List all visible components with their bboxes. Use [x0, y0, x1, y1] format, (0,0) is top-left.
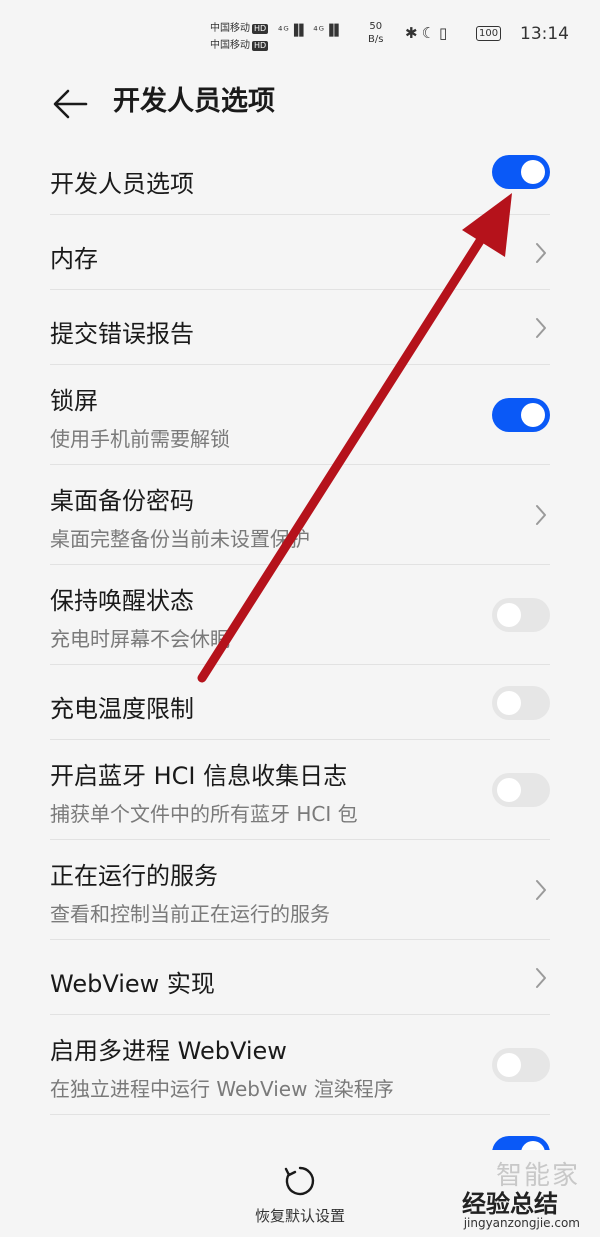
row-subtitle: 在独立进程中运行 WebView 渲染程序 [50, 1077, 394, 1101]
speed-value: 50 [369, 21, 383, 32]
toggle-knob [497, 778, 521, 802]
chevron-right-icon [536, 242, 546, 263]
hd-badge-1: HD [252, 24, 269, 34]
row-title: 开启蓝牙 HCI 信息收集日志 [50, 762, 348, 790]
toggle-switch[interactable] [492, 398, 550, 432]
toggle-knob [497, 603, 521, 627]
row-subtitle: 使用手机前需要解锁 [50, 427, 230, 451]
bluetooth-icon: ✱ [405, 24, 422, 42]
carrier-1: 中国移动 [210, 23, 250, 34]
toggle-switch[interactable] [492, 154, 550, 189]
reset-icon [284, 1166, 315, 1196]
row-running-services[interactable]: 正在运行的服务查看和控制当前正在运行的服务 [0, 840, 600, 940]
chevron-right-icon [536, 505, 546, 525]
network-speed: 50 B/s [368, 20, 383, 46]
row-subtitle: 充电时屏幕不会休眠 [50, 627, 230, 651]
row-bug-report[interactable]: 提交错误报告 [0, 290, 600, 365]
watermark: 智能家 经验总结 jingyanzongjie.com [438, 1150, 588, 1237]
row-bluetooth-hci-log[interactable]: 开启蓝牙 HCI 信息收集日志捕获单个文件中的所有蓝牙 HCI 包 [0, 740, 600, 840]
page-title: 开发人员选项 [113, 86, 275, 117]
row-title: 保持唤醒状态 [50, 587, 194, 615]
moon-icon: ☾ [421, 24, 440, 42]
row-title: 正在运行的服务 [50, 862, 218, 890]
back-arrow-icon[interactable] [50, 84, 90, 124]
row-title: 桌面备份密码 [50, 487, 194, 515]
row-desktop-backup-password[interactable]: 桌面备份密码桌面完整备份当前未设置保护 [0, 465, 600, 565]
row-webview-impl[interactable]: WebView 实现 [0, 940, 600, 1015]
row-subtitle: 查看和控制当前正在运行的服务 [50, 902, 330, 926]
chevron-right-icon [536, 967, 546, 988]
settings-list: 开发人员选项 内存提交错误报告 锁屏使用手机前需要解锁桌面备份密码桌面完整备份当前未… [0, 140, 600, 1190]
clock: 13:14 [520, 24, 569, 44]
toggle-switch[interactable] [492, 598, 550, 632]
toggle-switch[interactable] [492, 685, 550, 720]
toggle-switch[interactable] [492, 1048, 550, 1082]
row-title: 提交错误报告 [50, 320, 194, 348]
row-memory[interactable]: 内存 [0, 215, 600, 290]
toggle-knob [497, 1053, 521, 1077]
row-title: 内存 [50, 245, 98, 273]
reset-defaults-button[interactable]: 恢复默认设置 [230, 1150, 370, 1237]
row-subtitle: 桌面完整备份当前未设置保护 [50, 527, 310, 551]
chevron-right-icon [536, 317, 546, 338]
bottom-bar: 恢复默认设置 智能家 经验总结 jingyanzongjie.com [0, 1150, 600, 1237]
chevron-right-icon [536, 880, 546, 900]
toggle-knob [521, 403, 545, 427]
app-header: 开发人员选项 [0, 70, 600, 140]
toggle-knob [497, 690, 521, 715]
carrier-labels: 中国移动 HD 中国移动 HD [210, 20, 269, 54]
row-title: 锁屏 [50, 387, 98, 415]
status-bar: 中国移动 HD 中国移动 HD ⁴ᴳ▐▌ ⁴ᴳ▐▌ 50 B/s ✱☾▯ 100 1… [0, 0, 600, 70]
row-title: 开发人员选项 [50, 170, 194, 198]
watermark-line-2: 经验总结 [462, 1190, 558, 1218]
hd-badge-2: HD [252, 41, 269, 51]
vibrate-icon: ▯ [439, 24, 452, 42]
battery-icon: 100 [476, 26, 502, 41]
watermark-line-3: jingyanzongjie.com [463, 1216, 580, 1230]
status-icons: ✱☾▯ [405, 24, 451, 42]
signal-icon: ⁴ᴳ▐▌ ⁴ᴳ▐▌ [278, 24, 344, 37]
row-title: WebView 实现 [50, 970, 215, 998]
carrier-2: 中国移动 [210, 40, 250, 51]
reset-label: 恢复默认设置 [254, 1207, 345, 1225]
row-screen-lock[interactable]: 锁屏使用手机前需要解锁 [0, 365, 600, 465]
row-title: 充电温度限制 [50, 695, 194, 723]
row-developer-options[interactable]: 开发人员选项 [0, 140, 600, 215]
toggle-switch[interactable] [492, 773, 550, 807]
toggle-knob [521, 159, 545, 184]
row-subtitle: 捕获单个文件中的所有蓝牙 HCI 包 [50, 802, 358, 826]
row-multiprocess-webview[interactable]: 启用多进程 WebView 在独立进程中运行 WebView 渲染程序 [0, 1015, 600, 1115]
row-title: 启用多进程 WebView [50, 1037, 287, 1065]
row-charging-temp-limit[interactable]: 充电温度限制 [0, 665, 600, 740]
speed-unit: B/s [368, 34, 384, 45]
row-stay-awake[interactable]: 保持唤醒状态充电时屏幕不会休眠 [0, 565, 600, 665]
